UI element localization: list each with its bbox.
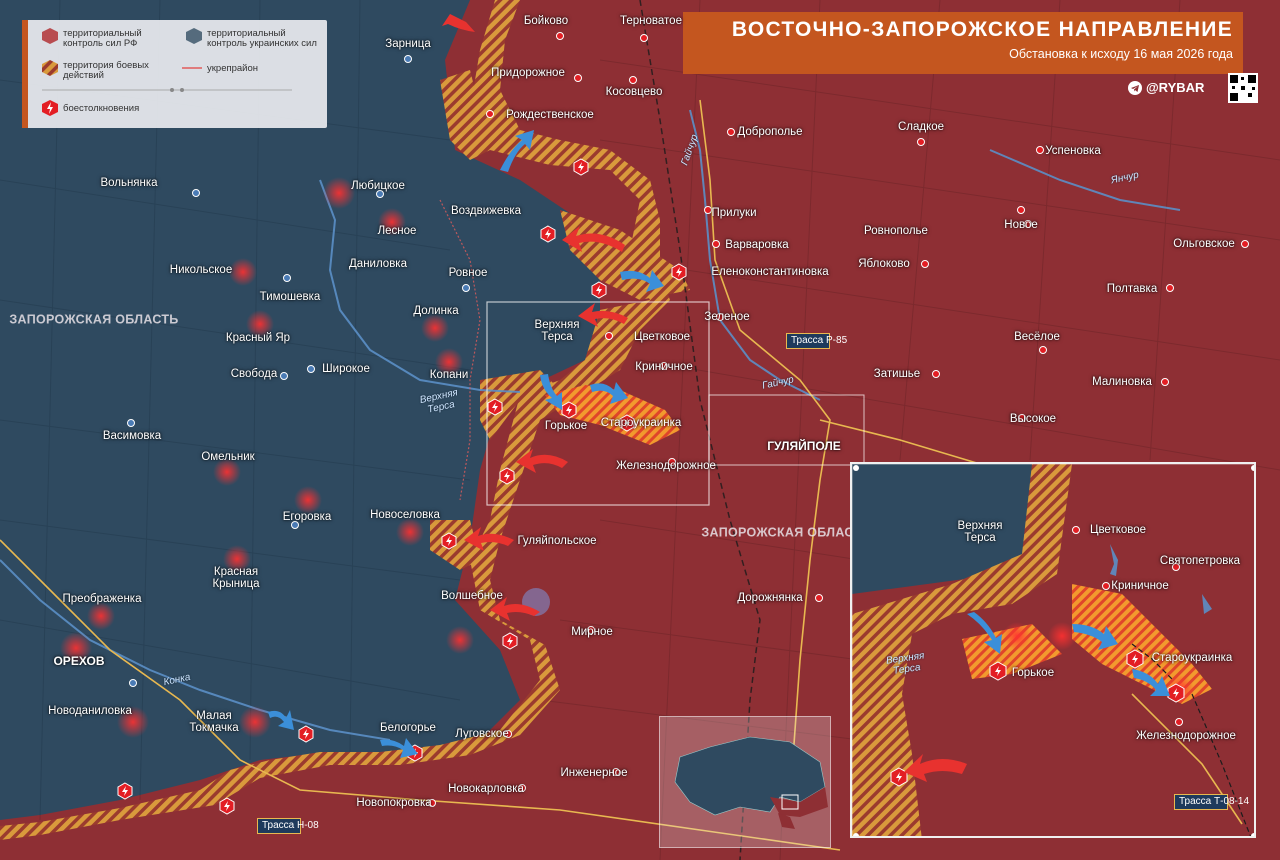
map-stage: территориальный контроль сил РФ территор…: [0, 0, 1280, 860]
town-label: Луговское: [455, 728, 509, 740]
town-label: Криничное: [635, 361, 693, 373]
qr-code: [1228, 73, 1258, 103]
town-label: Широкое: [322, 363, 370, 375]
town-label: Горькое: [544, 420, 588, 432]
region-label-east: ЗАПОРОЖСКАЯ ОБЛАСТЬ: [701, 525, 871, 540]
town-label: Затишье: [873, 368, 921, 380]
town-label: Воздвижевка: [450, 205, 522, 217]
inset-town-label: Верхняя Терса: [957, 520, 1003, 544]
town-label: Никольское: [169, 264, 233, 276]
town-label: Преображенка: [62, 593, 142, 605]
legend-ua-label: территориальный контроль украинских сил: [207, 28, 317, 49]
town-label: Зарница: [385, 38, 431, 50]
inset-town-label: Староукраинка: [1151, 652, 1233, 664]
town-label: Косовцево: [605, 86, 663, 98]
town-label: Вольнянка: [100, 177, 158, 189]
town-label: Староукраинка: [600, 417, 682, 429]
region-label-west: ЗАПОРОЖСКАЯ ОБЛАСТЬ: [9, 312, 179, 327]
legend: территориальный контроль сил РФ территор…: [22, 20, 327, 128]
town-label: Волшебное: [441, 590, 503, 602]
town-label: Успеновка: [1045, 145, 1101, 157]
town-label: Егоровка: [282, 511, 332, 523]
ua-control-swatch: [186, 28, 202, 44]
town-label: Малиновка: [1092, 376, 1152, 388]
inset-town-label: Криничное: [1111, 580, 1169, 592]
town-label: Цветковое: [633, 331, 691, 343]
town-label: Еленоконстантиновка: [711, 266, 829, 278]
page-title: ВОСТОЧНО-ЗАПОРОЖСКОЕ НАПРАВЛЕНИЕ: [731, 18, 1233, 41]
inset-town-label: Горькое: [1011, 667, 1055, 679]
overview-minimap: [659, 716, 831, 848]
town-label: Лесное: [377, 225, 417, 237]
legend-rf-label: территориальный контроль сил РФ: [63, 28, 142, 49]
inset-road-label: Трасса Т-08-14: [1174, 794, 1249, 810]
town-label: Новоданиловка: [48, 705, 132, 717]
town-label: Зеленое: [704, 311, 750, 323]
town-label: Омельник: [201, 451, 255, 463]
town-label: Бойково: [523, 15, 569, 27]
town-label-city: ОРЕХОВ: [53, 654, 105, 668]
town-label: Белогорье: [380, 722, 436, 734]
town-label: Доброполье: [737, 126, 803, 138]
brand-name: @RYBAR: [1146, 80, 1205, 95]
telegram-icon: [1128, 80, 1142, 95]
town-label: Придорожное: [491, 67, 565, 79]
town-label: Гуляйпольское: [517, 535, 597, 547]
town-label: Железнодорожное: [616, 460, 716, 472]
town-label: Новокарловка: [448, 783, 524, 795]
town-label: Красная Крыница: [212, 566, 260, 590]
brand: @RYBAR: [1128, 80, 1204, 95]
town-label: Верхняя Терса: [534, 319, 580, 343]
town-label: Васимовка: [102, 430, 162, 442]
town-label: Сладкое: [897, 121, 945, 133]
town-label: Свобода: [230, 368, 278, 380]
town-label: Варваровка: [725, 239, 789, 251]
town-label: Инженерное: [560, 767, 628, 779]
inset-town-label: Железнодорожное: [1136, 730, 1236, 742]
rf-control-swatch: [42, 28, 58, 44]
page-subtitle: Обстановка к исходу 16 мая 2026 года: [1009, 47, 1233, 61]
town-label: Ольговское: [1173, 238, 1235, 250]
town-label: Полтавка: [1106, 283, 1158, 295]
town-label: Рождественское: [506, 109, 594, 121]
town-label: Даниловка: [349, 258, 407, 270]
town-label: Дорожнянка: [737, 592, 803, 604]
legend-fortified-label: укрепрайон: [207, 63, 259, 74]
title-banner: ВОСТОЧНО-ЗАПОРОЖСКОЕ НАПРАВЛЕНИЕ Обстано…: [683, 12, 1243, 74]
town-label: Копани: [429, 369, 469, 381]
town-label: Высокое: [1009, 413, 1057, 425]
town-label: Новоселовка: [370, 509, 440, 521]
town-label: Яблоково: [858, 258, 910, 270]
town-label: Ровнополье: [864, 225, 928, 237]
town-label-city: ГУЛЯЙПОЛЕ: [767, 439, 841, 453]
town-label: Любицкое: [351, 180, 405, 192]
town-label: Новопокровка: [356, 797, 432, 809]
town-label: Новое: [1004, 219, 1038, 231]
town-label: Красный Яр: [225, 332, 291, 344]
town-label: Долинка: [413, 305, 459, 317]
town-label: Ровное: [448, 267, 488, 279]
town-label: Прилуки: [711, 207, 757, 219]
town-label: Тимошевка: [259, 291, 321, 303]
town-label: Терноватое: [620, 15, 682, 27]
inset-zoom-map: Верхняя Терса Цветковое Святопетровка Кр…: [850, 462, 1256, 838]
legend-combat-label: территория боевых действий: [63, 60, 149, 81]
legend-clashes-label: боестолкновения: [63, 103, 140, 114]
combat-swatch: [42, 60, 58, 76]
inset-town-label: Цветковое: [1089, 524, 1147, 536]
town-label: Мирное: [571, 626, 613, 638]
town-label: Весёлое: [1014, 331, 1060, 343]
inset-town-label: Святопетровка: [1159, 555, 1241, 567]
town-label: Малая Токмачка: [189, 710, 239, 734]
road-label-r85: Трасса Р-85: [786, 333, 847, 349]
road-label-h08: Трасса Н-08: [257, 818, 319, 834]
